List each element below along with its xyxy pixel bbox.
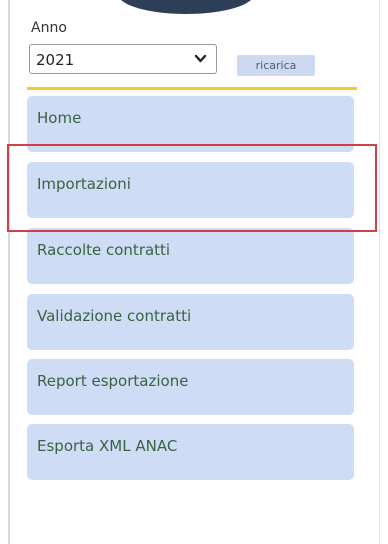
- sidebar-item-label: Importazioni: [37, 175, 131, 193]
- sidebar-item-raccolte-contratti[interactable]: Raccolte contratti: [27, 228, 354, 284]
- accent-divider: [27, 87, 357, 90]
- sidebar-item-label: Home: [37, 109, 82, 127]
- sidebar-item-label: Raccolte contratti: [37, 241, 171, 259]
- sidebar-item-label: Validazione contratti: [37, 307, 192, 325]
- sidebar-right-border: [379, 0, 380, 544]
- year-label: Anno: [31, 20, 67, 36]
- year-select-value: 2021: [36, 51, 75, 69]
- sidebar-item-label: Esporta XML ANAC: [37, 437, 178, 455]
- sidebar-panel: Anno 2021 ricarica Home Importazioni Rac…: [0, 0, 388, 544]
- sidebar-left-border: [8, 0, 10, 544]
- sidebar-item-label: Report esportazione: [37, 372, 189, 390]
- sidebar-item-importazioni[interactable]: Importazioni: [27, 162, 354, 218]
- year-select[interactable]: 2021: [29, 44, 217, 74]
- reload-button[interactable]: ricarica: [237, 55, 315, 76]
- sidebar-item-esporta-xml-anac[interactable]: Esporta XML ANAC: [27, 424, 354, 480]
- sidebar-item-report-esportazione[interactable]: Report esportazione: [27, 359, 354, 415]
- header-logo-shape: [118, 0, 254, 14]
- sidebar-item-validazione-contratti[interactable]: Validazione contratti: [27, 294, 354, 350]
- sidebar-item-home[interactable]: Home: [27, 96, 354, 152]
- chevron-down-icon: [194, 54, 207, 63]
